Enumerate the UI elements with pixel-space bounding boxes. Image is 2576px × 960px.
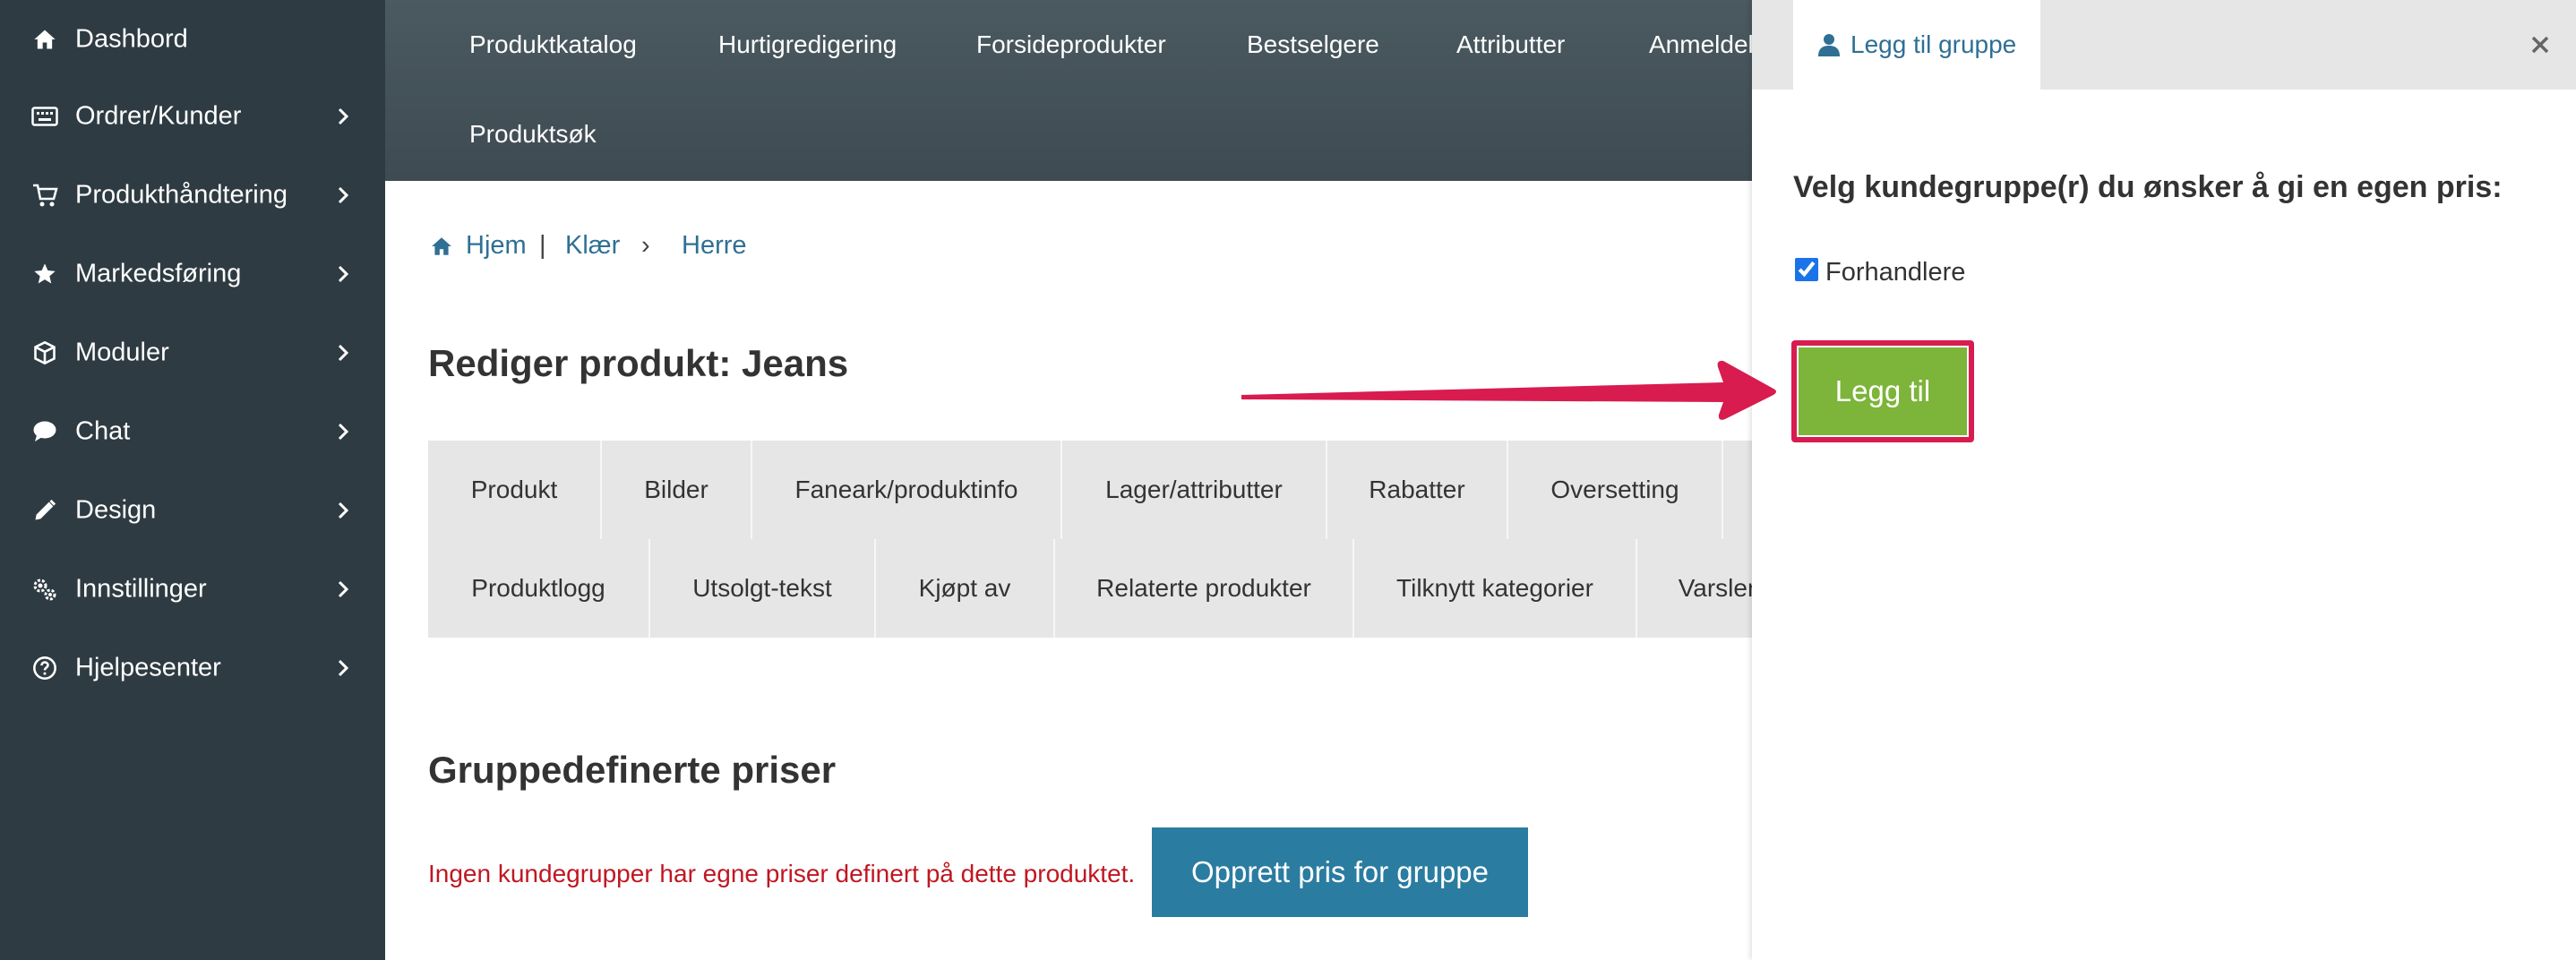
sidebar-item-label: Produkthåndtering: [75, 180, 288, 210]
tab-assign-categories[interactable]: Tilknytt kategorier: [1354, 539, 1637, 638]
chevron-right-icon: [333, 422, 353, 441]
star-icon: [30, 260, 59, 288]
chevron-right-icon: [333, 579, 353, 599]
no-group-prices-message: Ingen kundegrupper har egne priser defin…: [428, 860, 1136, 887]
panel-tab-add-group[interactable]: Legg til gruppe: [1793, 0, 2040, 90]
page-title: Rediger produkt: Jeans: [428, 342, 849, 384]
sidebar-item-chat[interactable]: Chat: [0, 392, 385, 471]
pencil-icon: [30, 496, 59, 525]
chevron-right-icon: [333, 107, 353, 126]
tab-stock-attributes[interactable]: Lager/attributter: [1062, 441, 1327, 539]
user-icon: [1816, 31, 1842, 58]
sidebar-item-label: Design: [75, 495, 157, 525]
help-circle-icon: [30, 654, 59, 682]
nav-link-reviews[interactable]: Anmeldelser: [1649, 30, 1752, 59]
tab-product[interactable]: Produkt: [428, 441, 602, 539]
product-tabs: Produkt Bilder Faneark/produktinfo Lager…: [428, 441, 1752, 638]
home-icon: [30, 25, 59, 54]
tab-product-log[interactable]: Produktlogg: [428, 539, 650, 638]
gears-icon: [30, 575, 59, 604]
nav-link-attributes[interactable]: Attributter: [1456, 30, 1565, 59]
tab-bought-by[interactable]: Kjøpt av: [876, 539, 1055, 638]
breadcrumb-chevron: ›: [641, 231, 650, 260]
sidebar-item-label: Moduler: [75, 338, 169, 367]
panel-tab-label: Legg til gruppe: [1850, 30, 2017, 58]
group-checkbox-label[interactable]: Forhandlere: [1825, 258, 1965, 287]
breadcrumb-category[interactable]: Klær: [565, 231, 620, 261]
create-group-price-button[interactable]: Opprett pris for gruppe: [1152, 827, 1528, 917]
nav-link-bestsellers[interactable]: Bestselgere: [1247, 30, 1379, 59]
sidebar-item-label: Innstillinger: [75, 574, 207, 604]
home-icon: [430, 235, 453, 258]
chat-bubble-icon: [30, 417, 59, 446]
sidebar-item-orders-customers[interactable]: Ordrer/Kunder: [0, 77, 385, 156]
chevron-right-icon: [333, 343, 353, 363]
sidebar-item-product-management[interactable]: Produkthåndtering: [0, 156, 385, 235]
breadcrumb-current[interactable]: Herre: [682, 231, 747, 261]
panel-header: Legg til gruppe: [1752, 0, 2576, 90]
breadcrumb-separator: |: [539, 231, 546, 260]
sidebar-item-label: Dashbord: [75, 24, 188, 54]
sidebar-item-modules[interactable]: Moduler: [0, 313, 385, 392]
breadcrumb-home[interactable]: Hjem: [466, 231, 527, 261]
tab-translation[interactable]: Oversetting: [1508, 441, 1723, 539]
cube-icon: [30, 339, 59, 367]
add-button[interactable]: Legg til: [1799, 347, 1967, 435]
tab-sold-out-text[interactable]: Utsolgt-tekst: [650, 539, 876, 638]
chevron-right-icon: [333, 501, 353, 520]
tab-images[interactable]: Bilder: [602, 441, 752, 539]
sidebar-item-settings[interactable]: Innstillinger: [0, 550, 385, 629]
sidebar-item-help-center[interactable]: Hjelpesenter: [0, 629, 385, 707]
tab-tab-product-info[interactable]: Faneark/produktinfo: [752, 441, 1062, 539]
panel-heading: Velg kundegruppe(r) du ønsker å gi en eg…: [1793, 170, 2503, 204]
top-navigation: Produktkatalog Hurtigredigering Forsidep…: [385, 0, 1752, 181]
sidebar-item-label: Chat: [75, 416, 131, 446]
nav-link-product-search[interactable]: Produktsøk: [469, 120, 597, 149]
chevron-right-icon: [333, 185, 353, 205]
cart-icon: [30, 181, 59, 210]
nav-link-front-page-products[interactable]: Forsideprodukter: [976, 30, 1166, 59]
sidebar-item-label: Hjelpesenter: [75, 653, 221, 682]
chevron-right-icon: [333, 264, 353, 284]
chevron-right-icon: [333, 658, 353, 678]
sidebar-item-dashboard[interactable]: Dashbord: [0, 0, 385, 79]
add-group-panel: Legg til gruppe Velg kundegruppe(r) du ø…: [1752, 0, 2576, 960]
group-prices-title: Gruppedefinerte priser: [428, 749, 837, 791]
sidebar-item-label: Markedsføring: [75, 259, 242, 288]
tab-discounts[interactable]: Rabatter: [1327, 441, 1508, 539]
sidebar-item-marketing[interactable]: Markedsføring: [0, 235, 385, 313]
close-icon[interactable]: [2526, 29, 2555, 61]
tab-related-products[interactable]: Relaterte produkter: [1055, 539, 1354, 638]
sidebar-item-design[interactable]: Design: [0, 471, 385, 550]
main-content: Hjem | Klær › Herre Rediger produkt: Jea…: [385, 181, 1752, 960]
tab-notifications[interactable]: Varsler: [1637, 539, 1752, 638]
sidebar: Dashbord Ordrer/Kunder Produkthåndtering…: [0, 0, 385, 960]
nav-link-product-catalog[interactable]: Produktkatalog: [469, 30, 637, 59]
keyboard-icon: [30, 102, 59, 131]
group-checkbox-forhandlere[interactable]: [1795, 258, 1818, 281]
sidebar-item-label: Ordrer/Kunder: [75, 101, 242, 131]
nav-link-quick-edit[interactable]: Hurtigredigering: [718, 30, 897, 59]
